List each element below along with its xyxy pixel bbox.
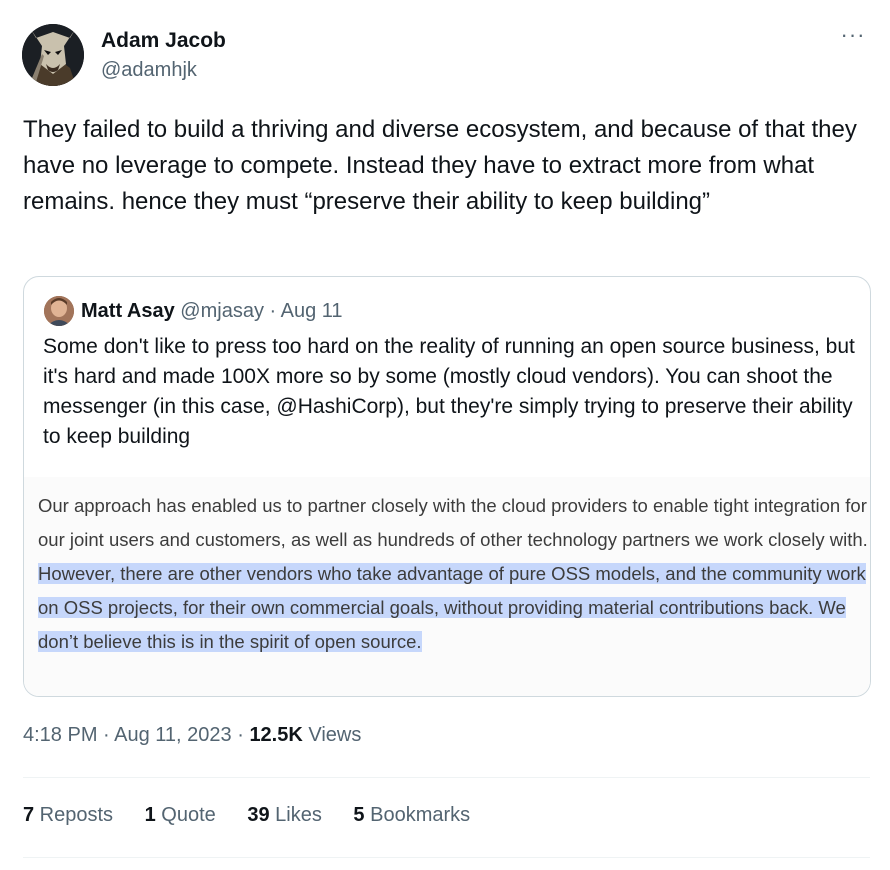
divider-bottom [23,857,870,858]
stat-quotes-label: Quote [155,804,216,826]
stat-bookmarks[interactable]: 5 Bookmarks [353,804,470,827]
quoted-date: Aug 11 [280,300,343,322]
stat-likes-label: Likes [269,804,322,826]
quoted-author-name: Matt Asay [81,300,175,322]
image-text-highlighted: However, there are other vendors who tak… [38,563,866,652]
engagement-stats: 7 Reposts 1 Quote 39 Likes 5 Bookmarks [23,804,496,827]
stat-reposts[interactable]: 7 Reposts [23,804,113,827]
views-count: 12.5K [249,724,303,746]
timestamp-time[interactable]: 4:18 PM · Aug 11, 2023 · [23,724,249,746]
stat-bookmarks-count: 5 [353,804,365,826]
quoted-author-avatar [44,296,74,326]
quoted-tweet[interactable]: Matt Asay @mjasay · Aug 11 Some don't li… [23,276,871,697]
image-text-plain: Our approach has enabled us to partner c… [38,495,868,550]
tweet-header: Adam Jacob @adamhjk ··· [22,24,870,90]
stat-bookmarks-label: Bookmarks [364,804,471,826]
tweet-text: They failed to build a thriving and dive… [23,116,857,215]
stat-reposts-count: 7 [23,804,35,826]
divider-top [23,777,870,778]
quoted-text: Some don't like to press too hard on the… [43,335,855,448]
views-label: Views [302,724,362,746]
quoted-image[interactable]: Our approach has enabled us to partner c… [24,477,870,696]
stat-quotes-count: 1 [144,804,156,826]
stat-reposts-label: Reposts [34,804,114,826]
stat-likes[interactable]: 39 Likes [247,804,322,827]
image-text-block: Our approach has enabled us to partner c… [38,489,868,659]
quoted-author-handle: @mjasay [180,300,264,322]
stat-likes-count: 39 [247,804,270,826]
author-name[interactable]: Adam Jacob [101,29,226,53]
author-handle[interactable]: @adamhjk [101,59,197,82]
quoted-meta: Matt Asay @mjasay · Aug 11 [81,297,343,325]
separator-dot: · [269,300,277,322]
tweet-timestamp: 4:18 PM · Aug 11, 2023 · 12.5K Views [23,724,361,747]
author-avatar[interactable] [22,24,84,86]
more-options-icon[interactable]: ··· [838,24,868,52]
stat-quotes[interactable]: 1 Quote [145,804,216,827]
